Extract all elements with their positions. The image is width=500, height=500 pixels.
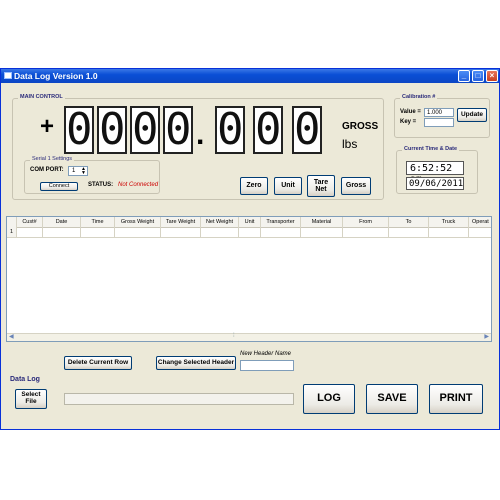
- gross-button[interactable]: Gross: [341, 177, 371, 195]
- data-grid[interactable]: Cust# Date Time Gross Weight Tare Weight…: [6, 216, 492, 342]
- grid-cell[interactable]: [81, 227, 115, 237]
- column-header[interactable]: Material: [301, 217, 343, 227]
- calibration-value: 1.000: [427, 110, 443, 116]
- main-control-label: MAIN CONTROL: [18, 94, 65, 100]
- print-button[interactable]: PRINT: [429, 384, 483, 414]
- save-button[interactable]: SAVE: [366, 384, 418, 414]
- delete-current-row-button[interactable]: Delete Current Row: [64, 356, 132, 370]
- tare-net-button[interactable]: Tare Net: [307, 175, 335, 197]
- grid-cell[interactable]: [469, 227, 491, 237]
- weight-sign: +: [40, 113, 55, 140]
- title-bar[interactable]: Data Log Version 1.0 _ □ ×: [1, 69, 499, 83]
- grid-cell[interactable]: [17, 227, 43, 237]
- table-row[interactable]: 1: [7, 227, 491, 238]
- column-header[interactable]: From: [343, 217, 389, 227]
- data-log-label: Data Log: [10, 376, 40, 383]
- calibration-value-field[interactable]: 1.000: [424, 108, 454, 117]
- grid-cell[interactable]: [301, 227, 343, 237]
- status-label: STATUS:: [88, 182, 114, 188]
- column-header[interactable]: Net Weight: [201, 217, 239, 227]
- maximize-button[interactable]: □: [472, 70, 484, 82]
- file-path-field[interactable]: [64, 393, 294, 405]
- horizontal-scrollbar[interactable]: ◀ ⁞ ▶: [7, 333, 491, 341]
- calibration-label: Calibration #: [400, 94, 438, 100]
- grid-cell[interactable]: [261, 227, 301, 237]
- com-port-label: COM PORT:: [30, 167, 64, 173]
- grid-cell[interactable]: [429, 227, 469, 237]
- weight-digit: 0: [163, 104, 193, 155]
- grid-cell[interactable]: [115, 227, 161, 237]
- row-header-corner: [7, 217, 17, 227]
- calibration-key-label: Key =: [400, 119, 417, 125]
- row-number: 1: [7, 227, 17, 237]
- time-date-label: Current Time & Date: [402, 146, 460, 152]
- select-file-button[interactable]: Select File: [15, 389, 47, 409]
- change-selected-header-button[interactable]: Change Selected Header: [156, 356, 236, 370]
- close-button[interactable]: ×: [486, 70, 498, 82]
- zero-button[interactable]: Zero: [240, 177, 268, 195]
- column-header[interactable]: Truck: [429, 217, 469, 227]
- weight-units: lbs: [342, 137, 358, 151]
- grid-cell[interactable]: [43, 227, 81, 237]
- com-port-spinner[interactable]: 1 ▲ ▼: [68, 166, 88, 176]
- connect-button[interactable]: Connect: [40, 182, 78, 191]
- serial-settings-label: Serial 1 Settings: [30, 156, 75, 162]
- scroll-right-icon[interactable]: ▶: [484, 333, 489, 340]
- weight-digit: 0: [292, 104, 322, 155]
- grid-cell[interactable]: [161, 227, 201, 237]
- weight-digit: 0: [253, 104, 283, 155]
- decimal-point: .: [196, 118, 205, 151]
- weight-digit: 0: [215, 104, 245, 155]
- spinner-arrows-icon[interactable]: ▲ ▼: [81, 167, 86, 176]
- current-date: 09/06/2011: [409, 179, 464, 189]
- time-display: 6:52:52 am: [406, 161, 464, 185]
- column-header[interactable]: Date: [43, 217, 81, 227]
- log-button[interactable]: LOG: [303, 384, 355, 414]
- column-header[interactable]: Tare Weight: [161, 217, 201, 227]
- column-header[interactable]: Time: [81, 217, 115, 227]
- column-header[interactable]: Unit: [239, 217, 261, 227]
- unit-button[interactable]: Unit: [274, 177, 302, 195]
- window-title: Data Log Version 1.0: [14, 71, 98, 81]
- weight-digit: 0: [130, 104, 160, 155]
- weight-digit: 0: [64, 104, 94, 155]
- grid-cell[interactable]: [389, 227, 429, 237]
- column-header[interactable]: Operat: [469, 217, 491, 227]
- app-icon: [4, 72, 12, 79]
- column-header[interactable]: To: [389, 217, 429, 227]
- status-value: Not Connected: [118, 182, 159, 188]
- date-display: 09/06/2011: [406, 177, 464, 190]
- grid-cell[interactable]: [201, 227, 239, 237]
- grid-cell[interactable]: [343, 227, 389, 237]
- scroll-left-icon[interactable]: ◀: [9, 333, 14, 340]
- weight-mode: GROSS: [342, 121, 379, 132]
- update-button[interactable]: Update: [457, 108, 487, 122]
- weight-digit: 0: [97, 104, 127, 155]
- new-header-name-label: New Header Name: [240, 351, 292, 357]
- column-header[interactable]: Cust#: [17, 217, 43, 227]
- column-header[interactable]: Transporter: [261, 217, 301, 227]
- new-header-name-input[interactable]: [240, 360, 294, 371]
- calibration-value-label: Value =: [400, 109, 421, 115]
- calibration-key-field[interactable]: [424, 118, 454, 127]
- scroll-grip-icon[interactable]: ⁞: [233, 333, 235, 339]
- column-header[interactable]: Gross Weight: [115, 217, 161, 227]
- com-port-value: 1: [72, 168, 76, 174]
- grid-cell[interactable]: [239, 227, 261, 237]
- minimize-button[interactable]: _: [458, 70, 470, 82]
